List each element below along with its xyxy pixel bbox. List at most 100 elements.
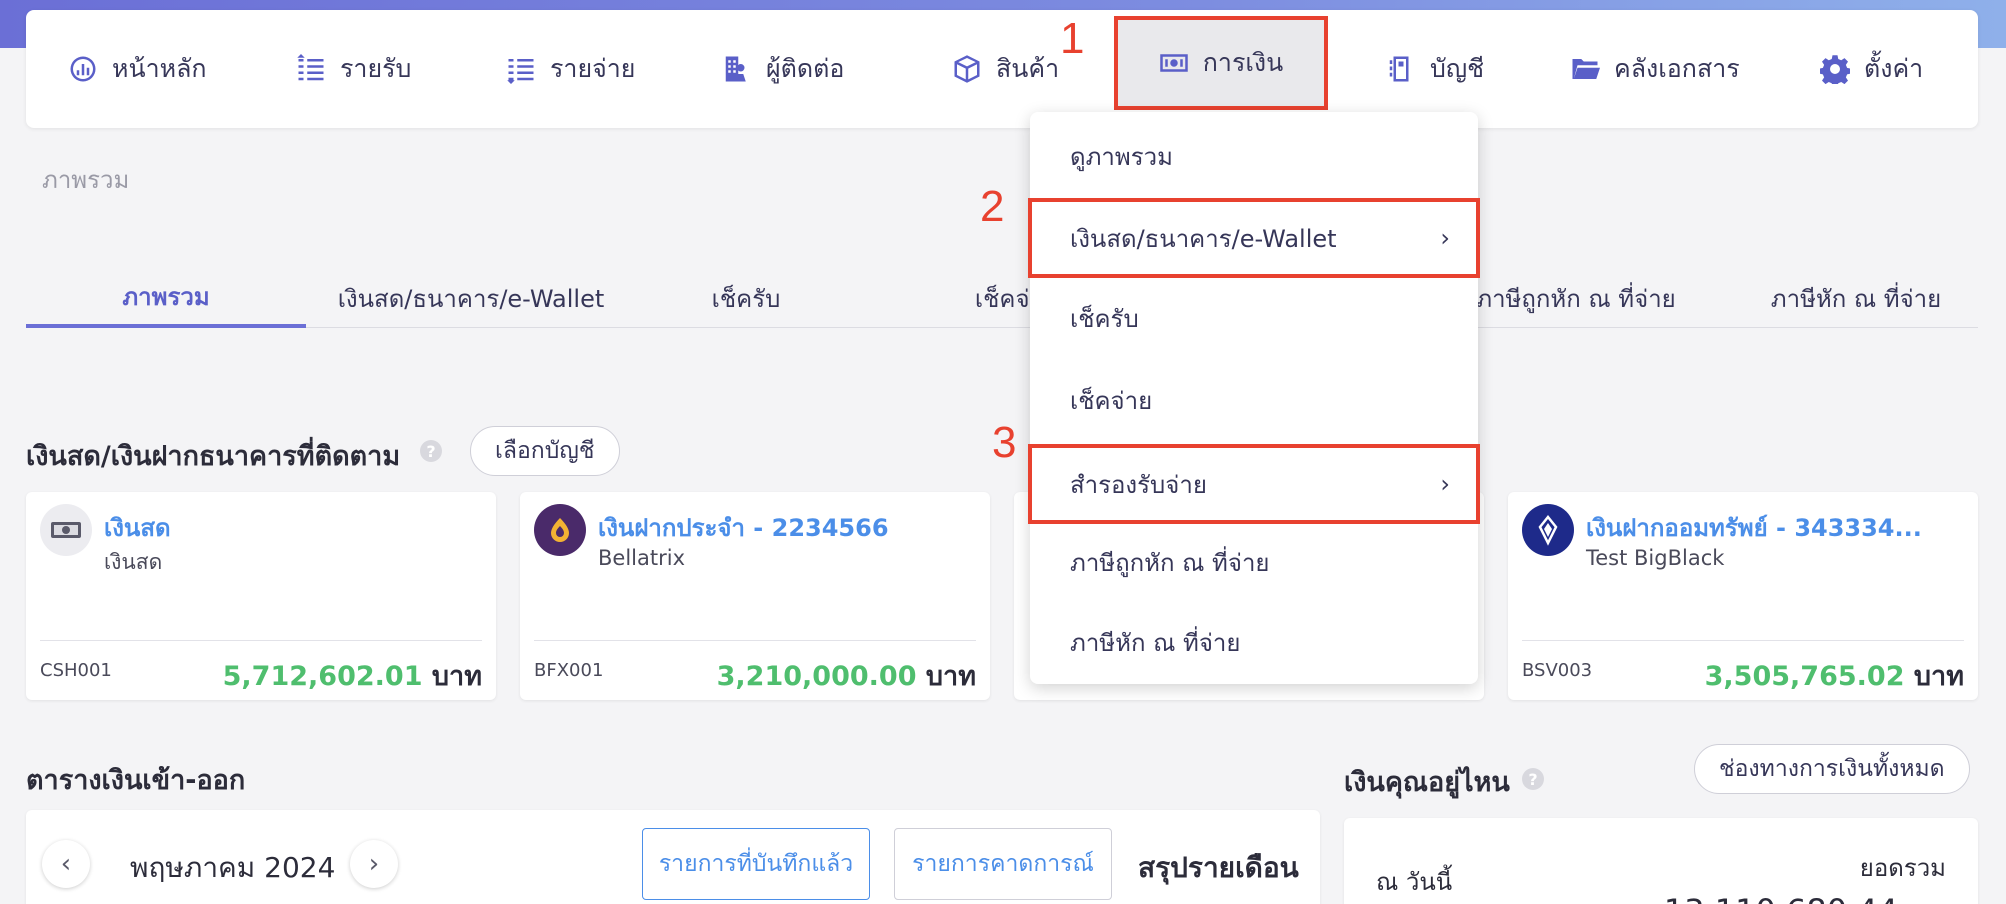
account-balance: 3,210,000.00 บาท bbox=[717, 654, 976, 697]
nav-item-documents[interactable]: คลังเอกสาร bbox=[1570, 10, 1740, 128]
where-money-title: เงินคุณอยู่ไหน bbox=[1344, 767, 1510, 798]
balance-value: 3,210,000.00 bbox=[716, 661, 917, 692]
help-icon[interactable]: ? bbox=[420, 440, 442, 462]
menu-item-cheque-paid[interactable]: เช็คจ่าย bbox=[1030, 360, 1478, 440]
nav-item-settings[interactable]: ตั้งค่า bbox=[1820, 10, 1923, 128]
nav-label: รายจ่าย bbox=[550, 54, 636, 83]
chevron-right-icon: › bbox=[1440, 470, 1450, 498]
balance-value: 5,712,602.01 bbox=[222, 661, 423, 692]
nav-item-accounts[interactable]: บัญชี bbox=[1386, 10, 1484, 128]
chevron-right-icon: › bbox=[1440, 224, 1450, 252]
nav-label: ตั้งค่า bbox=[1864, 54, 1924, 83]
nav-item-products[interactable]: สินค้า bbox=[952, 10, 1059, 128]
nav-label: รายรับ bbox=[340, 54, 412, 83]
forecast-entries-button[interactable]: รายการคาดการณ์ bbox=[894, 828, 1112, 900]
nav-item-expense[interactable]: รายจ่าย bbox=[506, 10, 635, 128]
account-subtitle: Bellatrix bbox=[598, 546, 685, 570]
tracked-accounts-title: เงินสด/เงินฝากธนาคารที่ติดตาม bbox=[26, 441, 401, 472]
prev-month-button[interactable]: ‹ bbox=[42, 840, 90, 888]
monthly-summary-label[interactable]: สรุปรายเดือน bbox=[1138, 846, 1299, 890]
menu-item-label: ภาษีหัก ณ ที่จ่าย bbox=[1070, 628, 1241, 657]
menu-item-label: เช็คจ่าย bbox=[1070, 386, 1153, 415]
next-month-button[interactable]: › bbox=[350, 840, 398, 888]
menu-item-label: เงินสด/ธนาคาร/e-Wallet bbox=[1070, 224, 1337, 253]
menu-item-label: เช็ครับ bbox=[1070, 304, 1139, 333]
nav-label: สินค้า bbox=[996, 54, 1060, 83]
all-channels-button[interactable]: ช่องทางการเงินทั้งหมด bbox=[1694, 744, 1970, 794]
tab-cheque-received[interactable]: เช็ครับ bbox=[626, 268, 866, 328]
account-subtitle: Test BigBlack bbox=[1586, 546, 1725, 570]
ledger-book-icon bbox=[1389, 56, 1409, 82]
tab-withholding-tax[interactable]: ภาษีหัก ณ ที่จ่าย bbox=[1736, 268, 1976, 328]
annotation-step-2: 2 bbox=[980, 182, 1005, 231]
menu-item-overview[interactable]: ดูภาพรวม bbox=[1030, 116, 1478, 196]
contacts-icon bbox=[725, 56, 746, 82]
nav-label: คลังเอกสาร bbox=[1614, 54, 1740, 83]
tab-overview[interactable]: ภาพรวม bbox=[26, 268, 306, 328]
nav-item-home[interactable]: หน้าหลัก bbox=[68, 10, 207, 128]
select-account-button[interactable]: เลือกบัญชี bbox=[470, 426, 620, 476]
income-icon bbox=[297, 54, 324, 81]
nav-label: ผู้ติดต่อ bbox=[766, 54, 845, 83]
account-name: เงินฝากประจำ - 2234566 bbox=[598, 514, 889, 542]
account-card[interactable]: เงินฝากออมทรัพย์ - 343334... Test BigBla… bbox=[1508, 492, 1978, 700]
menu-item-label: ภาษีถูกหัก ณ ที่จ่าย bbox=[1070, 548, 1270, 577]
expense-icon bbox=[507, 59, 534, 84]
nav-label: การเงิน bbox=[1202, 48, 1284, 77]
gear-icon bbox=[1820, 55, 1850, 84]
card-divider bbox=[1522, 640, 1964, 641]
recorded-entries-button[interactable]: รายการที่บันทึกแล้ว bbox=[642, 828, 870, 900]
account-card[interactable]: เงินฝากประจำ - 2234566 Bellatrix BFX001 … bbox=[520, 492, 990, 700]
account-code: BFX001 bbox=[534, 660, 604, 681]
nav-label: บัญชี bbox=[1430, 54, 1485, 83]
current-month: พฤษภาคม 2024 bbox=[130, 851, 336, 884]
account-name: เงินฝากออมทรัพย์ - 343334... bbox=[1586, 514, 1922, 542]
money-icon bbox=[1160, 54, 1188, 72]
balance-value: 3,505,765.02 bbox=[1704, 661, 1905, 692]
total-label: ยอดรวม bbox=[1859, 854, 1946, 882]
bank-logo-icon bbox=[1522, 504, 1574, 556]
account-name: เงินสด bbox=[104, 514, 171, 542]
bank-logo-icon bbox=[534, 504, 586, 556]
menu-item-withholding-tax[interactable]: ภาษีหัก ณ ที่จ่าย bbox=[1030, 602, 1478, 682]
annotation-step-3: 3 bbox=[992, 418, 1017, 467]
nav-item-finance[interactable]: การเงิน bbox=[1114, 16, 1328, 110]
where-money-panel: ณ วันนี้ ยอดรวม 13,110,680.44 bbox=[1344, 818, 1978, 904]
card-divider bbox=[40, 640, 482, 641]
nav-label: หน้าหลัก bbox=[112, 54, 207, 83]
nav-item-income[interactable]: รายรับ bbox=[296, 10, 411, 128]
currency-unit: บาท bbox=[431, 661, 482, 692]
account-card[interactable]: เงินสด เงินสด CSH001 5,712,602.01 บาท bbox=[26, 492, 496, 700]
account-balance: 3,505,765.02 บาท bbox=[1705, 654, 1964, 697]
menu-item-cheque-received[interactable]: เช็ครับ bbox=[1030, 278, 1478, 358]
currency-unit: บาท bbox=[1913, 661, 1964, 692]
breadcrumb: ภาพรวม bbox=[42, 166, 130, 194]
annotation-step-1: 1 bbox=[1060, 14, 1085, 63]
menu-item-petty-cash[interactable]: สำรองรับจ่าย › bbox=[1028, 444, 1480, 524]
help-icon[interactable]: ? bbox=[1522, 768, 1544, 790]
cashflow-panel: ‹ พฤษภาคม 2024 › รายการที่บันทึกแล้ว ราย… bbox=[26, 810, 1320, 904]
finance-dropdown-menu: ดูภาพรวม เงินสด/ธนาคาร/e-Wallet › เช็ครั… bbox=[1028, 112, 1480, 684]
folder-icon bbox=[1572, 59, 1600, 79]
card-divider bbox=[534, 640, 976, 641]
menu-item-label: ดูภาพรวม bbox=[1070, 142, 1173, 171]
main-navbar: หน้าหลัก รายรับ รายจ่าย ผู้ติดต่อ สินค้า… bbox=[26, 10, 1978, 128]
finance-tabs: ภาพรวม เงินสด/ธนาคาร/e-Wallet เช็ครับ เช… bbox=[26, 268, 1978, 328]
menu-item-cash-bank-ewallet[interactable]: เงินสด/ธนาคาร/e-Wallet › bbox=[1028, 198, 1480, 278]
cash-icon bbox=[40, 504, 92, 556]
account-code: BSV003 bbox=[1522, 660, 1593, 681]
account-subtitle: เงินสด bbox=[104, 550, 163, 574]
cashflow-title: ตารางเงินเข้า-ออก bbox=[26, 765, 246, 796]
account-code: CSH001 bbox=[40, 660, 112, 681]
total-value: 13,110,680.44 bbox=[1664, 892, 1898, 904]
nav-item-contacts[interactable]: ผู้ติดต่อ bbox=[722, 10, 844, 128]
tab-withheld-tax-received[interactable]: ภาษีถูกหัก ณ ที่จ่าย bbox=[1446, 268, 1706, 328]
menu-item-label: สำรองรับจ่าย bbox=[1070, 470, 1207, 499]
menu-item-withheld-tax-received[interactable]: ภาษีถูกหัก ณ ที่จ่าย bbox=[1030, 522, 1478, 602]
product-box-icon bbox=[954, 55, 980, 83]
dashboard-icon bbox=[70, 56, 96, 82]
tab-cash-bank-ewallet[interactable]: เงินสด/ธนาคาร/e-Wallet bbox=[316, 268, 626, 328]
currency-unit: บาท bbox=[925, 661, 976, 692]
as-of-today-label: ณ วันนี้ bbox=[1376, 868, 1453, 896]
account-balance: 5,712,602.01 บาท bbox=[223, 654, 482, 697]
